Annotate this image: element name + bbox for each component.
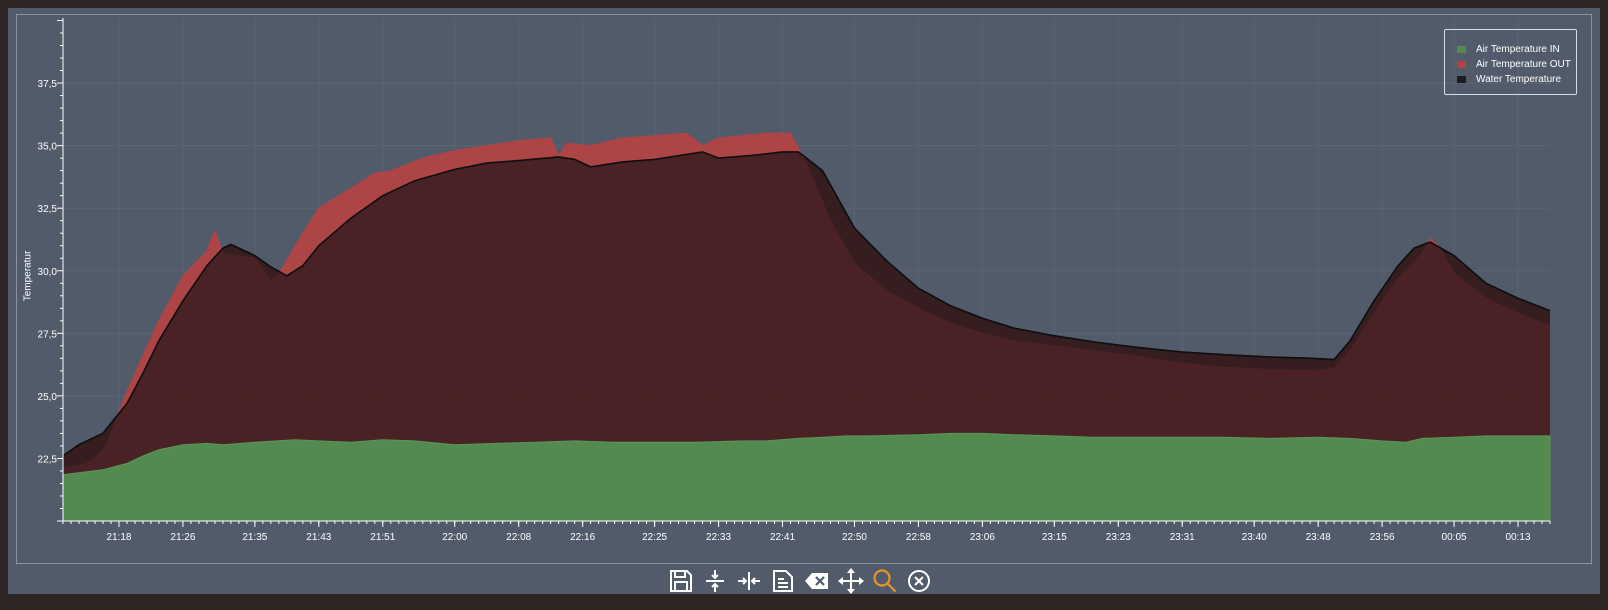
export-button[interactable]	[766, 564, 800, 598]
y-tick-label: 22,5	[38, 454, 58, 465]
x-tick-label: 21:43	[306, 532, 331, 543]
x-tick-label: 22:25	[642, 532, 667, 543]
report-icon	[773, 570, 793, 592]
x-tick-label: 23:48	[1306, 532, 1331, 543]
y-tick-label: 32,5	[38, 204, 58, 215]
y-tick-label: 37,5	[38, 79, 58, 90]
y-tick-label: 35,0	[38, 142, 58, 153]
compress-vertical-icon	[706, 570, 724, 592]
legend-item-air-in[interactable]: Air Temperature IN	[1457, 42, 1576, 57]
backspace-icon	[805, 573, 828, 589]
close-circle-icon	[908, 570, 930, 592]
series-air-in-front	[62, 432, 1551, 522]
x-tick-label: 22:08	[506, 532, 531, 543]
x-tick-label: 00:05	[1442, 532, 1467, 543]
x-tick-label: 23:23	[1106, 532, 1131, 543]
zoom-y-button[interactable]	[698, 564, 732, 598]
legend-label-air-in: Air Temperature IN	[1476, 44, 1560, 55]
x-tick-label: 22:16	[570, 532, 595, 543]
legend-item-water[interactable]: Water Temperature	[1457, 72, 1576, 87]
x-tick-label: 21:26	[170, 532, 195, 543]
x-tick-label: 22:41	[770, 532, 795, 543]
x-tick-label: 00:13	[1506, 532, 1531, 543]
move-icon	[838, 568, 864, 594]
y-tick-label: 25,0	[38, 392, 58, 403]
save-icon	[670, 570, 692, 592]
legend-item-air-out[interactable]: Air Temperature OUT	[1457, 57, 1576, 72]
compress-horizontal-icon	[738, 572, 760, 590]
x-tick-label: 22:50	[842, 532, 867, 543]
clear-button[interactable]	[800, 564, 834, 598]
x-tick-label: 22:58	[906, 532, 931, 543]
y-tick-label: 27,5	[38, 329, 58, 340]
x-tick-label: 23:15	[1042, 532, 1067, 543]
legend-swatch-air-out	[1457, 61, 1466, 68]
x-tick-label: 22:33	[706, 532, 731, 543]
x-tick-label: 21:18	[106, 532, 131, 543]
magnifier-icon	[873, 569, 897, 593]
zoom-button[interactable]	[868, 564, 902, 598]
x-tick-label: 23:40	[1242, 532, 1267, 543]
x-tick-label: 21:35	[242, 532, 267, 543]
y-tick-label: 30,0	[38, 267, 58, 278]
legend: Air Temperature IN Air Temperature OUT W…	[1444, 29, 1577, 95]
x-tick-label: 21:51	[370, 532, 395, 543]
x-tick-label: 22:00	[442, 532, 467, 543]
chart-toolbar	[664, 564, 936, 598]
y-axis-title: Temperatur	[22, 250, 34, 302]
save-button[interactable]	[664, 564, 698, 598]
legend-swatch-water	[1457, 76, 1466, 83]
x-tick-label: 23:31	[1170, 532, 1195, 543]
x-tick-label: 23:06	[970, 532, 995, 543]
legend-label-air-out: Air Temperature OUT	[1476, 59, 1571, 70]
pan-button[interactable]	[834, 564, 868, 598]
legend-label-water: Water Temperature	[1476, 74, 1562, 85]
zoom-x-button[interactable]	[732, 564, 766, 598]
reset-button[interactable]	[902, 564, 936, 598]
chart-svg[interactable]: 22,5 25,0 27,5 30,0 32,5 35,0 37,5 21:18 21:26 21…	[0, 0, 1608, 610]
x-tick-label: 23:56	[1370, 532, 1395, 543]
legend-swatch-air-in	[1457, 46, 1466, 53]
